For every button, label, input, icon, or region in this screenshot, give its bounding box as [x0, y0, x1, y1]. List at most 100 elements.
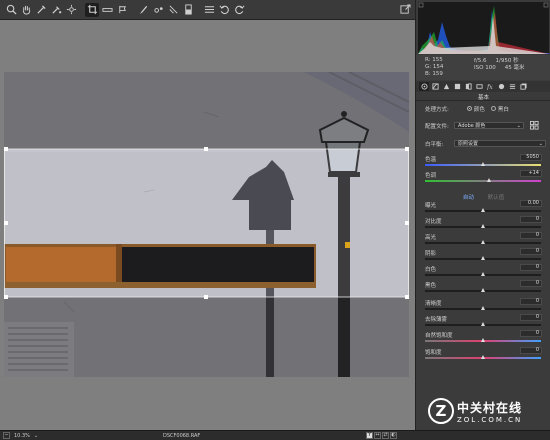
- slider-whites[interactable]: 白色 0: [422, 264, 546, 281]
- b-label: B:: [425, 71, 431, 77]
- slider-highlights-value[interactable]: 0: [520, 232, 542, 239]
- slider-exposure-thumb[interactable]: [481, 208, 485, 212]
- slider-exposure-value[interactable]: 0.00: [520, 200, 542, 207]
- treatment-bw-radio[interactable]: 黑白: [490, 105, 509, 113]
- graduated-filter-tool-icon[interactable]: [181, 3, 195, 17]
- slider-contrast-thumb[interactable]: [481, 224, 485, 228]
- slider-vibrance[interactable]: 自然饱和度 0: [422, 330, 546, 347]
- image-canvas[interactable]: [0, 20, 415, 430]
- photo-preview[interactable]: [4, 72, 409, 377]
- svg-text:fx: fx: [487, 84, 493, 90]
- slider-tint-value[interactable]: +14: [520, 170, 542, 177]
- export-icon[interactable]: [399, 3, 412, 16]
- zoom-level[interactable]: 10.3%: [14, 433, 30, 439]
- exif-info: R: 155 G: 154 B: 159 f/5.6 1/950 秒 ISO 10…: [416, 55, 550, 80]
- treatment-label: 处理方式:: [425, 106, 449, 113]
- slider-blacks-value[interactable]: 0: [520, 280, 542, 287]
- slider-contrast-label: 对比度: [425, 219, 442, 225]
- rotate-right-icon[interactable]: [232, 3, 246, 17]
- straighten-tool-icon[interactable]: [100, 3, 114, 17]
- tab-basic-icon[interactable]: [419, 82, 429, 91]
- shutter-speed: 1/950 秒: [495, 58, 519, 64]
- tab-hsl-icon[interactable]: [452, 82, 462, 91]
- slider-blacks-label: 黑色: [425, 283, 437, 289]
- slider-clarity-value[interactable]: 0: [520, 298, 542, 305]
- tab-lens-icon[interactable]: [474, 82, 484, 91]
- profile-label: 配置文件:: [425, 123, 449, 130]
- slider-dehaze[interactable]: 去除薄雾 0: [422, 314, 546, 331]
- focal-length: 45 毫米: [504, 65, 525, 71]
- slider-shadows-value[interactable]: 0: [520, 248, 542, 255]
- histogram: [418, 2, 549, 54]
- tab-effects-icon[interactable]: fx: [485, 82, 495, 91]
- g-label: G:: [425, 64, 432, 70]
- spot-removal-tool-icon[interactable]: [115, 3, 129, 17]
- slider-vibrance-label: 自然饱和度: [425, 333, 453, 339]
- tab-tone-curve-icon[interactable]: [430, 82, 440, 91]
- tab-calibration-icon[interactable]: [496, 82, 506, 91]
- treatment-row: 处理方式: 颜色 黑白: [425, 104, 547, 113]
- slider-highlights[interactable]: 高光 0: [422, 232, 546, 249]
- radial-filter-tool-icon[interactable]: [166, 3, 180, 17]
- zol-logo: Z: [428, 398, 454, 424]
- profile-select[interactable]: Adobe 颜色 ⌄: [454, 122, 524, 129]
- tab-snapshots-icon[interactable]: [518, 82, 528, 91]
- before-after-y-icon[interactable]: Y: [366, 432, 373, 439]
- white-balance-label: 白平衡:: [425, 141, 444, 148]
- slider-saturation-thumb[interactable]: [481, 355, 485, 359]
- hand-tool-icon[interactable]: [19, 3, 33, 17]
- profile-browser-icon[interactable]: [530, 121, 540, 130]
- g-value: 154: [432, 64, 444, 70]
- slider-vibrance-thumb[interactable]: [481, 338, 485, 342]
- slider-contrast[interactable]: 对比度 0: [422, 216, 546, 233]
- slider-saturation-value[interactable]: 0: [520, 347, 542, 354]
- slider-dehaze-label: 去除薄雾: [425, 317, 448, 323]
- slider-blacks-thumb[interactable]: [481, 288, 485, 292]
- tab-detail-icon[interactable]: [441, 82, 451, 91]
- zoom-out-button[interactable]: −: [3, 432, 10, 439]
- iso: ISO 100: [474, 65, 496, 71]
- crop-tool-icon[interactable]: [85, 2, 99, 17]
- slider-contrast-value[interactable]: 0: [520, 216, 542, 223]
- slider-tint-thumb[interactable]: [486, 178, 491, 182]
- slider-clarity[interactable]: 清晰度 0: [422, 298, 546, 315]
- slider-highlights-thumb[interactable]: [481, 240, 485, 244]
- rotate-left-icon[interactable]: [217, 3, 231, 17]
- toolbar: [0, 0, 415, 20]
- slider-whites-thumb[interactable]: [481, 272, 485, 276]
- slider-vibrance-value[interactable]: 0: [520, 330, 542, 337]
- color-sampler-tool-icon[interactable]: [49, 3, 63, 17]
- zoom-dropdown-icon[interactable]: ⌄: [34, 433, 38, 439]
- tab-split-toning-icon[interactable]: [463, 82, 473, 91]
- tab-presets-icon[interactable]: [507, 82, 517, 91]
- treatment-color-radio[interactable]: 颜色: [466, 105, 485, 113]
- white-balance-tool-icon[interactable]: [34, 3, 48, 17]
- slider-clarity-thumb[interactable]: [481, 306, 485, 310]
- slider-saturation[interactable]: 饱和度 0: [422, 347, 546, 364]
- adjustment-brush-tool-icon[interactable]: [136, 3, 150, 17]
- slider-shadows-thumb[interactable]: [481, 256, 485, 260]
- preferences-list-icon[interactable]: [202, 3, 216, 17]
- slider-dehaze-thumb[interactable]: [481, 322, 485, 326]
- slider-shadows[interactable]: 阴影 0: [422, 248, 546, 265]
- slider-exposure-label: 曝光: [425, 203, 437, 209]
- slider-temp[interactable]: 色温 5050: [422, 154, 546, 171]
- slider-dehaze-value[interactable]: 0: [520, 314, 542, 321]
- slider-whites-value[interactable]: 0: [520, 264, 542, 271]
- slider-exposure[interactable]: 曝光 0.00: [422, 200, 546, 217]
- section-title: 基本: [416, 93, 550, 101]
- copy-settings-icon[interactable]: ⇄: [382, 432, 389, 439]
- red-eye-tool-icon[interactable]: [151, 3, 165, 17]
- white-balance-select[interactable]: 原照设置 ⌄: [454, 140, 546, 147]
- slider-temp-thumb[interactable]: [481, 162, 485, 166]
- before-after-toggle-icon[interactable]: ↔: [374, 432, 381, 439]
- slider-tint[interactable]: 色调 +14: [422, 170, 546, 187]
- zoom-tool-icon[interactable]: [4, 3, 18, 17]
- slider-blacks[interactable]: 黑色 0: [422, 280, 546, 297]
- r-value: 155: [432, 57, 443, 63]
- slider-temp-value[interactable]: 5050: [520, 154, 542, 161]
- aperture: f/5.6: [474, 58, 487, 64]
- slider-tint-track[interactable]: [425, 180, 541, 182]
- toggle-preview-icon[interactable]: ◐: [390, 432, 397, 439]
- targeted-adjustment-tool-icon[interactable]: [64, 3, 78, 17]
